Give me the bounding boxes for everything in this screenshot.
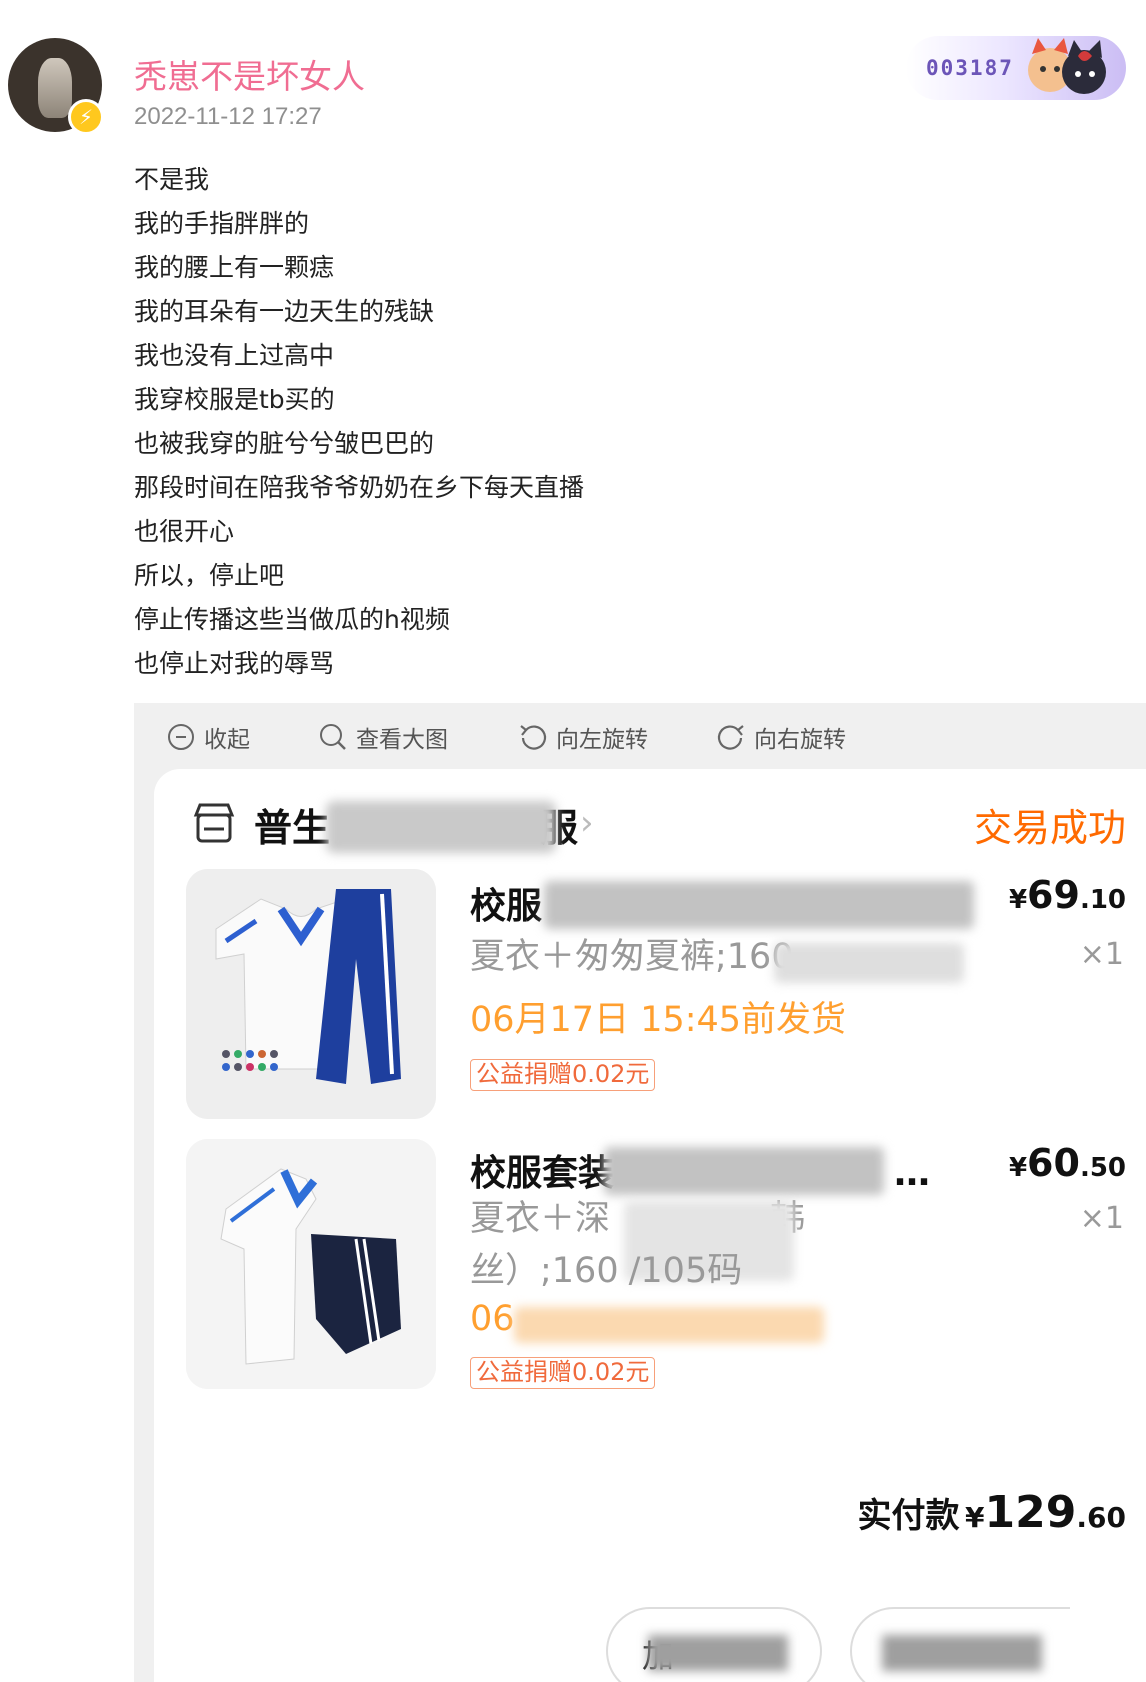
rotate-left-label: 向左旋转 (556, 727, 648, 753)
order-action-button[interactable]: 加 (606, 1607, 822, 1682)
collapse-label: 收起 (204, 727, 250, 753)
post-line: 也停止对我的辱骂 (134, 649, 335, 678)
post-line: 我的耳朵有一边天生的残缺 (134, 297, 435, 326)
username[interactable]: 秃崽不是坏女人 (134, 50, 365, 98)
redacted-sku (774, 943, 964, 983)
image-toolbar: 收起 查看大图 向左旋转 向右旋转 (134, 703, 1146, 769)
post-line: 我的手指胖胖的 (134, 209, 310, 238)
mascot-cats-icon (1028, 38, 1106, 94)
order-card-image[interactable]: 普生服 › 交易成功 校服 ¥69.10 夏衣＋匆匆夏裤;160 ×1 06月1… (154, 769, 1146, 1682)
post-line: 那段时间在陪我爷爷奶奶在乡下每天直播 (134, 473, 585, 502)
redacted-ship-time (514, 1307, 824, 1343)
post-text: 不是我 我的手指胖胖的 我的腰上有一颗痣 我的耳朵有一边天生的残缺 我也没有上过… (134, 158, 584, 686)
product-thumbnail (186, 1139, 436, 1389)
lightning-badge-icon: ⚡ (68, 99, 104, 135)
post-line: 我穿校服是tb买的 (134, 385, 335, 414)
rotate-left-icon (520, 725, 547, 750)
view-large-button[interactable]: 查看大图 (318, 721, 448, 753)
post-line: 停止传播这些当做瓜的h视频 (134, 605, 450, 634)
chevron-right-icon: › (580, 803, 594, 843)
collapse-icon (168, 724, 194, 750)
post-line: 我也没有上过高中 (134, 341, 335, 370)
image-viewer: 收起 查看大图 向左旋转 向右旋转 普生 服 › 交易成功 校服 ¥69.10 … (134, 703, 1146, 1682)
rotate-left-button[interactable]: 向左旋转 (518, 721, 648, 753)
redacted-button-label (882, 1635, 1042, 1671)
post-line: 不是我 (134, 165, 210, 194)
post-line: 也很开心 (134, 517, 235, 546)
product-thumbnail (186, 869, 436, 1119)
fan-badge[interactable]: 003187 (906, 36, 1126, 100)
item-sku-line2: 丝）;160/105码 (470, 1251, 743, 1291)
redacted-item-title (544, 881, 974, 929)
item-price: ¥60.50 (1008, 1141, 1126, 1185)
search-icon (320, 724, 346, 750)
ship-deadline: 06 (470, 1299, 515, 1339)
post-line: 所以，停止吧 (134, 561, 285, 590)
item-title: 校服 (470, 886, 543, 927)
rotate-right-icon (717, 725, 744, 750)
collapse-button[interactable]: 收起 (166, 721, 250, 753)
post-line: 也被我穿的脏兮兮皱巴巴的 (134, 429, 435, 458)
donation-tag: 公益捐赠0.02元 (470, 1059, 656, 1091)
order-status: 交易成功 (973, 806, 1126, 850)
redacted-button-label (648, 1635, 788, 1671)
store-icon (193, 803, 235, 843)
post-timestamp: 2022-11-12 17:27 (134, 103, 322, 130)
item-quantity: ×1 (1079, 1201, 1124, 1236)
post-line: 我的腰上有一颗痣 (134, 253, 335, 282)
redacted-item-title (604, 1147, 884, 1195)
item-price: ¥69.10 (1008, 873, 1126, 917)
donation-tag: 公益捐赠0.02元 (470, 1357, 656, 1389)
ship-deadline: 06月17日 15:45前发货 (470, 1000, 847, 1040)
item-sku: 夏衣＋匆匆夏裤;160 (470, 937, 794, 977)
redacted-shop-name (326, 801, 556, 853)
rotate-right-button[interactable]: 向右旋转 (716, 721, 846, 753)
view-large-label: 查看大图 (356, 727, 448, 753)
total-paid: 实付款 ¥129.60 (857, 1487, 1126, 1538)
rotate-right-label: 向右旋转 (754, 727, 846, 753)
item-quantity: ×1 (1079, 937, 1124, 972)
order-action-button[interactable] (850, 1607, 1070, 1682)
fan-badge-number: 003187 (926, 56, 1014, 80)
